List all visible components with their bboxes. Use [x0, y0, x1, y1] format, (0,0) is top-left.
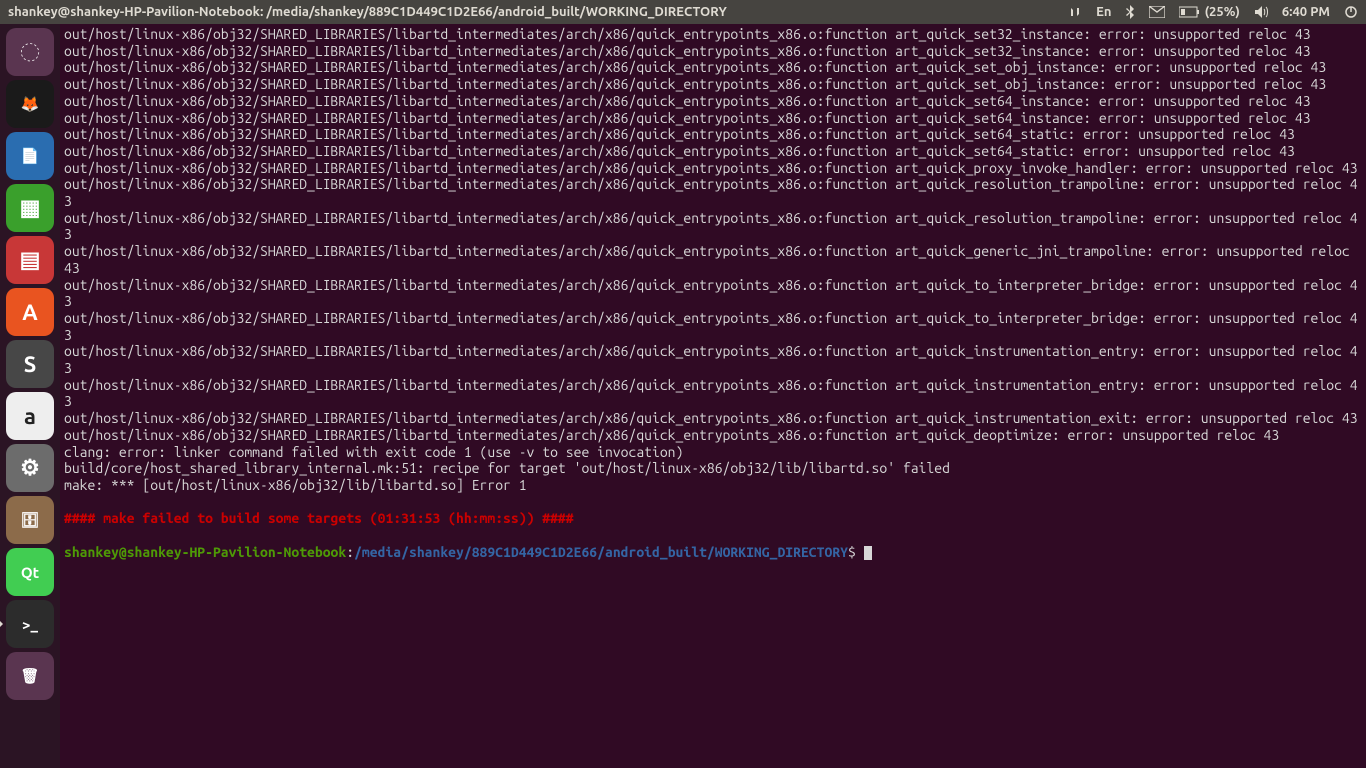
calc-icon[interactable]: ▦: [6, 184, 54, 232]
clock[interactable]: 6:40 PM: [1282, 5, 1330, 19]
terminal-icon[interactable]: >_: [6, 600, 54, 648]
qt-icon[interactable]: Qt: [6, 548, 54, 596]
files-icon[interactable]: 🗄: [6, 496, 54, 544]
window-title: shankey@shankey-HP-Pavilion-Notebook: /m…: [8, 5, 1068, 19]
indicator-area: En (25%) 6:40 PM: [1068, 5, 1358, 19]
prompt-path: /media/shankey/889C1D449C1D2E66/android_…: [354, 544, 848, 560]
network-icon[interactable]: [1068, 5, 1082, 19]
cursor: [864, 546, 872, 560]
trash-icon[interactable]: 🗑: [6, 652, 54, 700]
mail-icon[interactable]: [1149, 6, 1165, 18]
sublime-icon[interactable]: S: [6, 340, 54, 388]
settings-icon[interactable]: ⚙: [6, 444, 54, 492]
software-icon[interactable]: A: [6, 288, 54, 336]
writer-icon[interactable]: 📄: [6, 132, 54, 180]
dash-icon[interactable]: ◌: [6, 28, 54, 76]
keyboard-indicator[interactable]: En: [1096, 5, 1111, 19]
terminal-output[interactable]: out/host/linux-x86/obj32/SHARED_LIBRARIE…: [60, 24, 1366, 768]
battery-indicator[interactable]: (25%): [1179, 5, 1239, 19]
impress-icon[interactable]: ▤: [6, 236, 54, 284]
prompt-user: shankey@shankey-HP-Pavilion-Notebook: [64, 544, 346, 560]
amazon-icon[interactable]: a: [6, 392, 54, 440]
sound-icon[interactable]: [1254, 5, 1268, 19]
bluetooth-icon[interactable]: [1125, 5, 1135, 19]
top-menubar: shankey@shankey-HP-Pavilion-Notebook: /m…: [0, 0, 1366, 24]
firefox-icon[interactable]: 🦊: [6, 80, 54, 128]
unity-launcher: ◌🦊📄▦▤ASa⚙🗄Qt>_🗑: [0, 24, 60, 768]
session-icon[interactable]: [1344, 5, 1358, 19]
build-fail-line: #### make failed to build some targets (…: [64, 510, 574, 526]
